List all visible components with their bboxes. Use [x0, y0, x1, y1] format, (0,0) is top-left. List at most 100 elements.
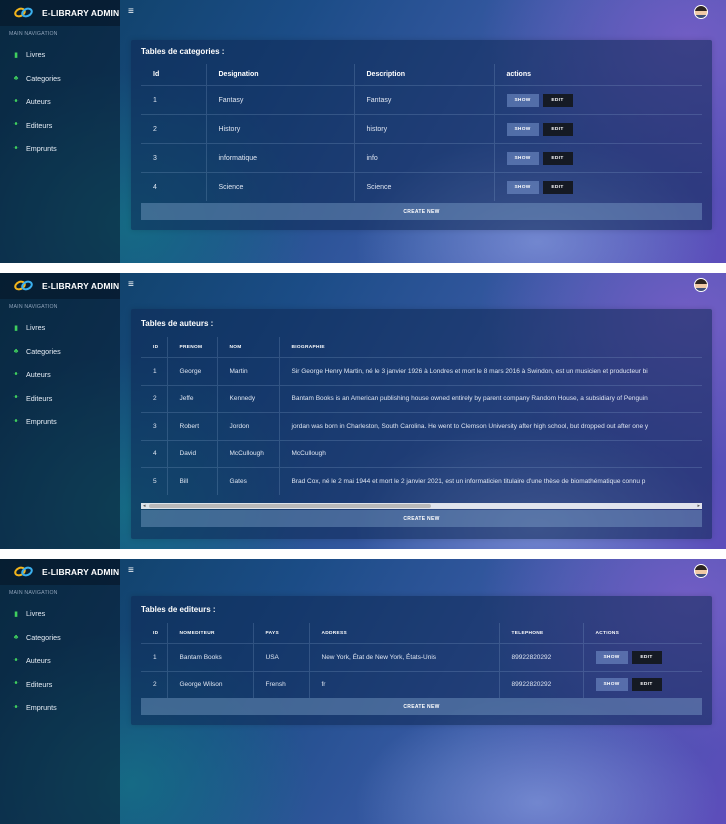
- cell-nomediteur: George Wilson: [166, 670, 253, 698]
- edit-button[interactable]: EDIT: [542, 122, 573, 136]
- sidebar-item-categories[interactable]: ♣ Categories: [0, 67, 120, 91]
- sidebar-item-label: Livres: [26, 50, 46, 60]
- sidebar-item-label: Livres: [26, 609, 46, 619]
- scroll-left-icon[interactable]: ◂: [143, 503, 146, 509]
- logo-icon: [12, 278, 35, 293]
- edit-button[interactable]: EDIT: [542, 93, 573, 107]
- avatar[interactable]: [694, 564, 708, 578]
- card-title: Tables de editeurs :: [141, 605, 216, 614]
- cell-id: 2: [141, 670, 167, 698]
- categories-card: Tables de categories : Id Designation De…: [131, 40, 712, 230]
- book-icon: ▮: [14, 324, 18, 332]
- table-row: 2 George Wilson Frensh fr 89922820292 SH…: [141, 670, 702, 698]
- show-button[interactable]: SHOW: [506, 180, 539, 194]
- cell-prenom: Robert: [166, 412, 217, 440]
- show-button[interactable]: SHOW: [506, 93, 539, 107]
- sidebar-item-editeurs[interactable]: ꔹ Editeurs: [0, 387, 120, 411]
- cell-biographie: Sir George Henry Martin, né le 3 janvier…: [278, 357, 702, 385]
- users-icon: ꔹ: [13, 417, 19, 425]
- cell-telephone: 89922820292: [498, 643, 583, 671]
- cell-description: history: [353, 114, 494, 144]
- users-icon: ꔹ: [13, 370, 19, 378]
- brand[interactable]: E-LIBRARY ADMIN: [0, 0, 120, 26]
- cell-id: 2: [141, 114, 206, 144]
- cell-biographie: Brad Cox, né le 2 mai 1944 et mort le 2 …: [278, 467, 702, 495]
- table-row: 1 Bantam Books USA New York, État de New…: [141, 643, 702, 671]
- sidebar-item-editeurs[interactable]: ꔹ Editeurs: [0, 673, 120, 697]
- column-header: TELEPHONE: [498, 623, 583, 644]
- sidebar-item-label: Editeurs: [26, 393, 53, 403]
- cell-description: info: [353, 143, 494, 173]
- column-header: actions: [493, 64, 702, 86]
- create-new-button[interactable]: CREATE NEW: [141, 510, 702, 527]
- cell-nom: Kennedy: [216, 384, 279, 413]
- sidebar-item-label: Emprunts: [26, 144, 57, 154]
- users-icon: ꔹ: [13, 394, 19, 402]
- column-header: NOMEDITEUR: [166, 623, 253, 644]
- column-header: Description: [353, 64, 494, 86]
- cell-telephone: 89922820292: [498, 670, 583, 698]
- menu-toggle-icon[interactable]: ≡: [128, 7, 134, 17]
- auteurs-card: Tables de auteurs : ID PRENOM NOM BIOGRA…: [131, 309, 712, 539]
- sidebar: E-LIBRARY ADMIN MAIN NAVIGATION ▮ Livres …: [0, 559, 120, 824]
- auteurs-table: ID PRENOM NOM BIOGRAPHIE 1 George Martin…: [141, 337, 702, 495]
- sidebar-item-emprunts[interactable]: ꔹ Emprunts: [0, 410, 120, 434]
- table-header-row: ID PRENOM NOM BIOGRAPHIE: [141, 337, 702, 358]
- sidebar-item-categories[interactable]: ♣ Categories: [0, 340, 120, 364]
- cell-biographie: McCullough: [278, 439, 702, 468]
- sidebar-item-auteurs[interactable]: ꔹ Auteurs: [0, 363, 120, 387]
- create-new-button[interactable]: CREATE NEW: [141, 698, 702, 715]
- table-header-row: ID NOMEDITEUR PAYS ADDRESS TELEPHONE ACT…: [141, 623, 702, 644]
- cell-nom: Martin: [216, 357, 279, 385]
- sidebar-item-label: Categories: [26, 73, 61, 83]
- users-icon: ꔹ: [13, 680, 19, 688]
- show-button[interactable]: SHOW: [595, 650, 628, 664]
- create-new-button[interactable]: CREATE NEW: [141, 203, 702, 220]
- sidebar-item-livres[interactable]: ▮ Livres: [0, 316, 120, 340]
- sidebar-item-emprunts[interactable]: ꔹ Emprunts: [0, 696, 120, 720]
- sitemap-icon: ♣: [13, 347, 19, 355]
- show-button[interactable]: SHOW: [506, 122, 539, 136]
- show-button[interactable]: SHOW: [595, 678, 628, 692]
- book-icon: ▮: [14, 51, 18, 59]
- menu-toggle-icon[interactable]: ≡: [128, 566, 134, 576]
- edit-button[interactable]: EDIT: [542, 180, 573, 194]
- sidebar-item-livres[interactable]: ▮ Livres: [0, 43, 120, 67]
- horizontal-scrollbar[interactable]: ◂ ▸: [141, 503, 702, 509]
- sidebar-item-categories[interactable]: ♣ Categories: [0, 626, 120, 650]
- nav-heading: MAIN NAVIGATION: [9, 304, 58, 310]
- editeurs-card: Tables de editeurs : ID NOMEDITEUR PAYS …: [131, 596, 712, 725]
- cell-designation: Science: [205, 172, 354, 201]
- cell-actions: SHOW EDIT: [582, 643, 702, 671]
- avatar[interactable]: [694, 278, 708, 292]
- sidebar: E-LIBRARY ADMIN MAIN NAVIGATION ▮ Livres …: [0, 0, 120, 263]
- brand[interactable]: E-LIBRARY ADMIN: [0, 559, 120, 585]
- nav-heading: MAIN NAVIGATION: [9, 590, 58, 596]
- card-title: Tables de categories :: [141, 47, 225, 56]
- scrollbar-thumb[interactable]: [149, 504, 431, 508]
- sidebar-item-livres[interactable]: ▮ Livres: [0, 602, 120, 626]
- sidebar-item-editeurs[interactable]: ꔹ Editeurs: [0, 114, 120, 138]
- cell-id: 1: [141, 643, 167, 671]
- cell-id: 4: [141, 439, 167, 468]
- sidebar-item-auteurs[interactable]: ꔹ Auteurs: [0, 649, 120, 673]
- screen-categories: E-LIBRARY ADMIN MAIN NAVIGATION ▮ Livres …: [0, 0, 726, 263]
- cell-prenom: David: [166, 439, 217, 468]
- sidebar-item-label: Emprunts: [26, 417, 57, 427]
- avatar[interactable]: [694, 5, 708, 19]
- users-icon: ꔹ: [13, 144, 19, 152]
- show-button[interactable]: SHOW: [506, 151, 539, 165]
- sidebar-item-label: Auteurs: [26, 97, 51, 107]
- edit-button[interactable]: EDIT: [631, 650, 662, 664]
- users-icon: ꔹ: [13, 656, 19, 664]
- cell-nom: Gates: [216, 467, 279, 495]
- menu-toggle-icon[interactable]: ≡: [128, 280, 134, 290]
- edit-button[interactable]: EDIT: [542, 151, 573, 165]
- cell-id: 5: [141, 467, 167, 495]
- scroll-right-icon[interactable]: ▸: [697, 503, 700, 509]
- sidebar-item-emprunts[interactable]: ꔹ Emprunts: [0, 137, 120, 161]
- column-header: PRENOM: [166, 337, 217, 358]
- edit-button[interactable]: EDIT: [631, 678, 662, 692]
- brand[interactable]: E-LIBRARY ADMIN: [0, 273, 120, 299]
- sidebar-item-auteurs[interactable]: ꔹ Auteurs: [0, 90, 120, 114]
